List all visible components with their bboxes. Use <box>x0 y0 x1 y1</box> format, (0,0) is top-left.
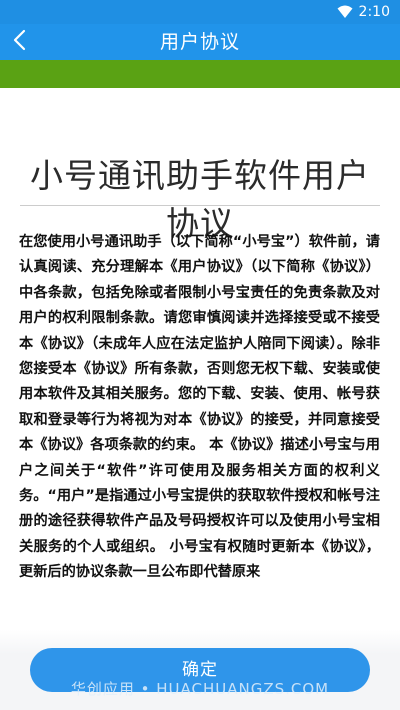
confirm-button[interactable]: 确定 <box>30 648 370 692</box>
status-bar: 2:10 <box>0 0 400 24</box>
wifi-icon <box>337 5 353 19</box>
status-time: 2:10 <box>358 4 390 20</box>
app-bar: 用户协议 <box>0 24 400 60</box>
agreement-body: 在您使用小号通讯助手（以下简称“小号宝”）软件前，请认真阅读、充分理解本《用户协… <box>19 234 380 581</box>
page-title: 用户协议 <box>159 31 240 53</box>
title-divider <box>20 205 380 206</box>
header-banner <box>0 60 400 88</box>
agreement-content[interactable]: 小号通讯助手软件用户协议 在您使用小号通讯助手（以下简称“小号宝”）软件前，请认… <box>0 88 400 710</box>
status-icons: 2:10 <box>337 3 390 21</box>
